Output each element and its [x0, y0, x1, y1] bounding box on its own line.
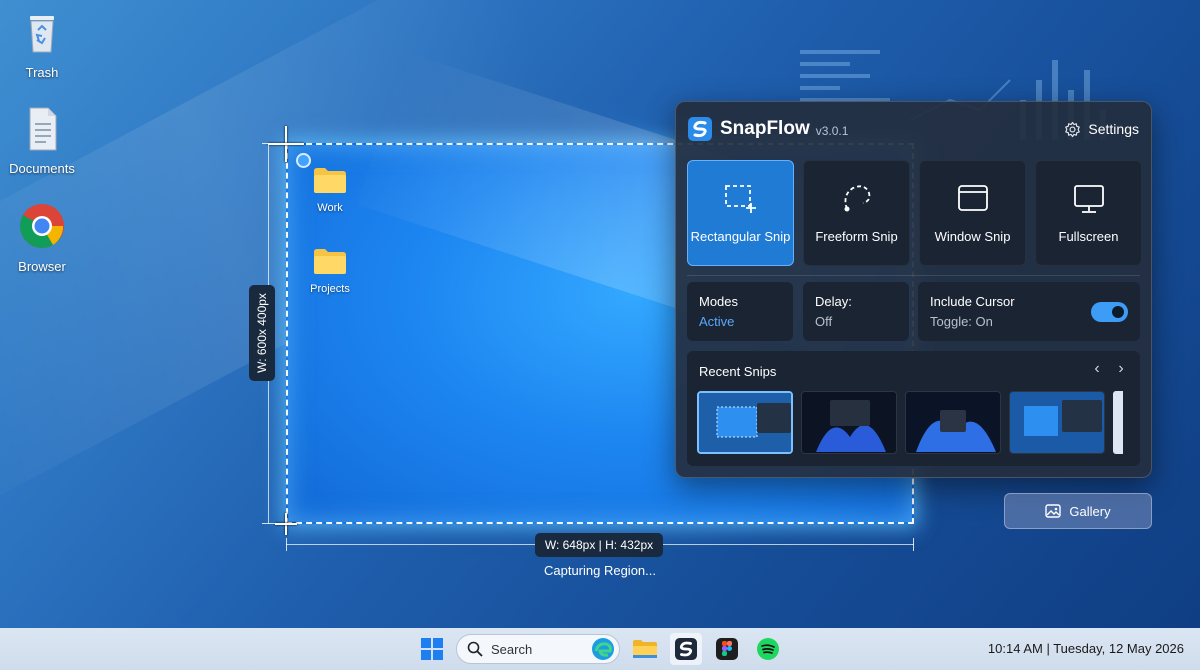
include-cursor-toggle[interactable] — [1091, 302, 1128, 322]
snapflow-logo-icon — [688, 117, 712, 141]
vertical-dimension-label: W: 600x 400px — [249, 285, 275, 381]
start-icon[interactable] — [416, 633, 448, 665]
snapflow-panel: SnapFlow v3.0.1 Settings Rectangular Sni… — [675, 101, 1152, 478]
fullscreen-button[interactable]: Fullscreen — [1035, 160, 1142, 266]
rectangular-snip-button[interactable]: Rectangular Snip — [687, 160, 794, 266]
mode-label: Rectangular Snip — [690, 229, 791, 244]
document-icon — [29, 107, 57, 151]
folder-work[interactable]: Work — [295, 165, 365, 214]
delay-option[interactable]: Delay: Off — [803, 282, 909, 341]
mode-label: Fullscreen — [1058, 229, 1119, 244]
snapflow-taskbar-icon[interactable] — [670, 633, 702, 665]
folder-taskbar-icon — [633, 640, 657, 658]
freeform-snip-icon — [844, 185, 870, 212]
gallery-label: Gallery — [1069, 503, 1111, 519]
recent-snip-thumbnail[interactable] — [697, 391, 793, 454]
spotify-logo-icon — [757, 638, 779, 660]
recent-snip-thumbnail-partial — [1113, 391, 1123, 454]
fullscreen-icon — [1073, 185, 1104, 213]
recent-snip-thumbnail[interactable] — [905, 391, 1001, 454]
option-title: Modes — [699, 294, 739, 309]
figma-icon[interactable] — [711, 633, 743, 665]
search-icon — [467, 641, 483, 657]
recent-snip-thumbnail[interactable] — [1009, 391, 1105, 454]
include-cursor-option: Include Cursor Toggle: On — [918, 282, 1140, 341]
gallery-button[interactable]: Gallery — [1004, 493, 1152, 529]
folder-icon — [314, 249, 346, 274]
taskbar: Search 10:14 AM | Tuesday, 12 May 2026 — [0, 628, 1200, 670]
app-version: v3.0.1 — [815, 123, 849, 138]
recent-snips-section: Recent Snips ‹ › — [687, 351, 1140, 466]
folder-label: Projects — [310, 283, 350, 295]
guide-tick — [913, 538, 914, 551]
recent-snips-title: Recent Snips — [699, 364, 777, 379]
settings-button[interactable]: Settings — [1064, 121, 1139, 138]
recycle-bin-icon — [30, 16, 54, 53]
capture-status: Capturing Region... — [543, 563, 656, 578]
snip-preview-image — [802, 392, 896, 453]
guide-tick — [286, 538, 287, 551]
panel-header: SnapFlow v3.0.1 Settings — [688, 114, 1139, 144]
crosshair-top-left-icon[interactable] — [268, 126, 304, 162]
spotify-icon[interactable] — [752, 633, 784, 665]
windows-logo-icon — [421, 638, 443, 660]
vertical-dimension-text: W: 600x 400px — [255, 293, 270, 373]
horizontal-dimension-label: W: 648px | H: 432px — [535, 533, 663, 557]
desktop-icon-browser[interactable]: Browser — [0, 202, 84, 274]
option-value: Off — [815, 314, 833, 329]
app-name: SnapFlow — [720, 118, 810, 139]
edge-icon[interactable] — [591, 637, 615, 661]
taskbar-clock[interactable]: 10:14 AM | Tuesday, 12 May 2026 — [988, 641, 1184, 656]
folder-label: Work — [317, 202, 343, 214]
window-snip-icon — [957, 185, 988, 211]
modes-option[interactable]: Modes Active — [687, 282, 793, 341]
image-gallery-icon — [1045, 504, 1062, 518]
snapflow-logo-icon — [675, 638, 697, 660]
chevron-right-icon[interactable]: › — [1111, 360, 1131, 380]
window-snip-button[interactable]: Window Snip — [919, 160, 1026, 266]
snip-preview-image — [1010, 392, 1104, 453]
guide-tick — [262, 523, 275, 524]
freeform-snip-button[interactable]: Freeform Snip — [803, 160, 910, 266]
crosshair-bottom-left-icon[interactable] — [275, 513, 297, 535]
mode-label: Window Snip — [934, 229, 1011, 244]
guide-tick — [262, 143, 275, 144]
snip-mode-row: Rectangular Snip Freeform Snip Window Sn… — [687, 160, 1142, 266]
figma-logo-icon — [716, 638, 738, 660]
search-placeholder: Search — [491, 641, 533, 657]
recent-snips-list — [697, 391, 1123, 454]
snip-preview-image — [906, 392, 1000, 453]
gear-icon — [1065, 121, 1081, 137]
folder-icon — [314, 168, 346, 193]
chrome-icon — [20, 204, 64, 248]
settings-label: Settings — [1088, 121, 1139, 137]
recent-snip-thumbnail[interactable] — [801, 391, 897, 454]
desktop-icon-label: Trash — [25, 65, 59, 80]
desktop-icon-label: Browser — [18, 259, 66, 274]
rectangular-snip-icon — [724, 185, 756, 213]
desktop-icon-trash[interactable]: Trash — [0, 8, 84, 80]
option-title: Delay: — [815, 294, 852, 309]
panel-divider — [687, 275, 1140, 276]
folder-projects[interactable]: Projects — [295, 246, 365, 295]
taskbar-search[interactable]: Search — [456, 634, 620, 664]
desktop-icon-label: Documents — [9, 161, 75, 176]
option-value: Active — [699, 314, 735, 329]
chevron-left-icon[interactable]: ‹ — [1087, 360, 1107, 380]
mode-label: Freeform Snip — [815, 229, 898, 244]
file-explorer-icon[interactable] — [629, 633, 661, 665]
snip-preview-image — [699, 393, 791, 452]
desktop-icon-documents[interactable]: Documents — [0, 104, 84, 176]
